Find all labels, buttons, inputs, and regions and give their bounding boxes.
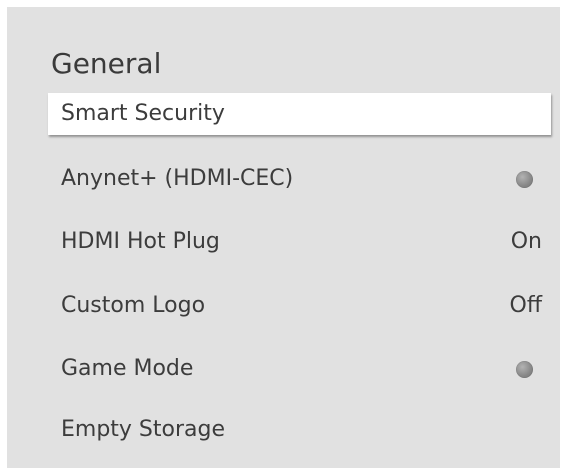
menu-item-custom-logo[interactable]: Custom Logo Off bbox=[48, 285, 551, 327]
menu-item-label: Empty Storage bbox=[61, 417, 226, 442]
toggle-indicator-icon[interactable] bbox=[516, 361, 533, 378]
menu-item-value: Off bbox=[509, 293, 542, 318]
menu-item-label: Game Mode bbox=[61, 356, 194, 381]
menu-item-value: On bbox=[510, 229, 542, 254]
menu-item-label: HDMI Hot Plug bbox=[61, 229, 220, 254]
menu-item-hdmi-hot-plug[interactable]: HDMI Hot Plug On bbox=[48, 221, 551, 263]
menu-item-label: Custom Logo bbox=[61, 293, 206, 318]
menu-item-anynet[interactable]: Anynet+ (HDMI-CEC) bbox=[48, 158, 551, 200]
page-title: General bbox=[51, 47, 162, 80]
general-settings-panel: General Smart Security Anynet+ (HDMI-CEC… bbox=[7, 7, 560, 468]
menu-item-game-mode[interactable]: Game Mode bbox=[48, 348, 551, 390]
menu-item-label: Anynet+ (HDMI-CEC) bbox=[61, 166, 294, 191]
menu-item-empty-storage[interactable]: Empty Storage bbox=[48, 409, 551, 451]
toggle-indicator-icon[interactable] bbox=[516, 171, 533, 188]
menu-item-label: Smart Security bbox=[61, 101, 225, 126]
menu-item-smart-security[interactable]: Smart Security bbox=[48, 93, 551, 135]
